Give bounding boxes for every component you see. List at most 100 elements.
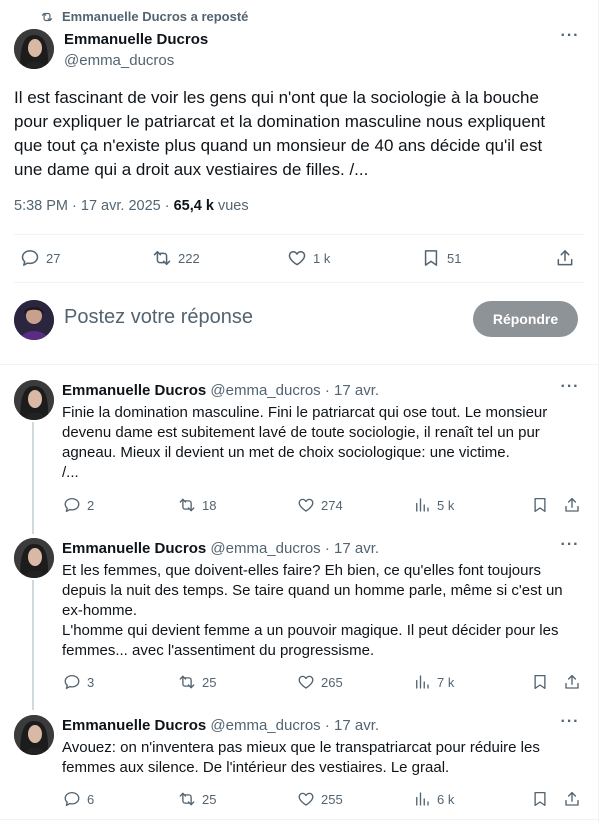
reply-header: Emmanuelle Ducros @emma_ducros · 17 avr.: [62, 382, 379, 399]
repost-button[interactable]: 18: [178, 496, 216, 514]
reply-text: Avouez: on n'inventera pas mieux que le …: [62, 739, 540, 776]
author-avatar[interactable]: [14, 29, 54, 69]
like-count: 1 k: [313, 250, 331, 266]
author-name[interactable]: Emmanuelle Ducros: [64, 31, 208, 48]
repost-count: 25: [202, 674, 217, 690]
reply-author-name[interactable]: Emmanuelle Ducros: [62, 540, 206, 557]
share-button[interactable]: [563, 790, 581, 808]
views-count: 5 k: [437, 497, 455, 513]
more-icon[interactable]: ···: [560, 379, 580, 401]
more-icon[interactable]: ···: [560, 537, 580, 559]
repost-icon: [153, 251, 171, 265]
thread-line: [32, 422, 34, 534]
views-button[interactable]: 5 k: [413, 496, 454, 514]
share-icon: [565, 497, 579, 512]
views-icon: [416, 675, 429, 689]
like-button[interactable]: 255: [297, 790, 343, 808]
reply-input[interactable]: Postez votre réponse: [64, 306, 253, 329]
reply-icon: [21, 250, 39, 266]
reply-button[interactable]: 6: [63, 790, 94, 808]
reply-author-avatar[interactable]: [14, 715, 54, 755]
like-button[interactable]: 265: [297, 673, 343, 691]
repost-count: 25: [202, 791, 217, 807]
reply-button[interactable]: 27: [20, 248, 60, 268]
reply-date[interactable]: · 17 avr.: [325, 717, 379, 734]
reply-author-handle[interactable]: @emma_ducros: [210, 717, 320, 734]
bookmark-icon: [534, 791, 546, 807]
bookmark-button[interactable]: [531, 496, 549, 514]
reply-date[interactable]: · 17 avr.: [325, 540, 379, 557]
more-icon[interactable]: ···: [560, 28, 580, 50]
reply-author-handle[interactable]: @emma_ducros: [210, 540, 320, 557]
like-icon: [288, 251, 306, 266]
views-count: 7 k: [437, 674, 455, 690]
like-icon: [298, 675, 314, 689]
views-button[interactable]: 7 k: [413, 673, 454, 691]
share-button[interactable]: [555, 248, 575, 268]
reply-text: Finie la domination masculine. Fini le p…: [62, 404, 548, 481]
divider: [14, 282, 584, 283]
share-icon: [565, 791, 579, 806]
reply-icon: [64, 674, 80, 690]
bookmark-button[interactable]: [531, 790, 549, 808]
tweet-time[interactable]: 5:38 PM · 17 avr. 2025 ·: [14, 198, 174, 214]
share-button[interactable]: [563, 673, 581, 691]
reply-author-name[interactable]: Emmanuelle Ducros: [62, 717, 206, 734]
repost-button[interactable]: 25: [178, 673, 216, 691]
reply-date[interactable]: · 17 avr.: [325, 382, 379, 399]
thread-line: [32, 580, 34, 710]
reply-author-name[interactable]: Emmanuelle Ducros: [62, 382, 206, 399]
like-button[interactable]: 274: [297, 496, 343, 514]
repost-icon: [41, 12, 53, 21]
tweet-text: Il est fascinant de voir les gens qui n'…: [14, 88, 546, 179]
bookmark-button[interactable]: [531, 673, 549, 691]
bookmark-button[interactable]: 51: [421, 248, 461, 268]
reply-icon: [64, 497, 80, 513]
like-count: 255: [321, 791, 343, 807]
like-count: 265: [321, 674, 343, 690]
reply-text: Et les femmes, que doivent-elles faire? …: [62, 562, 563, 659]
tweet-detail-page: Emmanuelle Ducros a reposté Emmanuelle D…: [0, 0, 599, 822]
repost-icon: [179, 792, 195, 806]
more-icon[interactable]: ···: [560, 714, 580, 736]
reply-icon: [64, 791, 80, 807]
bookmark-icon: [534, 674, 546, 690]
divider: [14, 234, 584, 235]
bookmark-count: 51: [447, 250, 462, 266]
reply-header: Emmanuelle Ducros @emma_ducros · 17 avr.: [62, 717, 379, 734]
divider: [0, 819, 599, 820]
share-icon: [565, 674, 579, 689]
like-icon: [298, 792, 314, 806]
reply-author-avatar[interactable]: [14, 538, 54, 578]
like-icon: [298, 498, 314, 512]
reply-count: 27: [46, 250, 61, 266]
views-icon: [416, 792, 429, 806]
repost-icon: [179, 498, 195, 512]
views-button[interactable]: 6 k: [413, 790, 454, 808]
views-count: 65,4 k: [173, 198, 214, 214]
reply-header: Emmanuelle Ducros @emma_ducros · 17 avr.: [62, 540, 379, 557]
bookmark-icon: [534, 497, 546, 513]
repost-button[interactable]: 25: [178, 790, 216, 808]
bookmark-icon: [424, 250, 438, 266]
reply-submit-button[interactable]: Répondre: [473, 301, 578, 337]
repost-button[interactable]: 222: [152, 248, 200, 268]
share-button[interactable]: [563, 496, 581, 514]
like-button[interactable]: 1 k: [287, 248, 330, 268]
views-label: vues: [213, 198, 249, 214]
author-handle[interactable]: @emma_ducros: [64, 52, 174, 69]
repost-text: Emmanuelle Ducros a reposté: [62, 9, 249, 24]
reply-count: 2: [87, 497, 95, 513]
tweet-meta: 5:38 PM · 17 avr. 2025 · 65,4 k vues: [14, 198, 249, 214]
current-user-avatar[interactable]: [14, 300, 54, 340]
reply-author-avatar[interactable]: [14, 380, 54, 420]
repost-count: 18: [202, 497, 217, 513]
reply-author-handle[interactable]: @emma_ducros: [210, 382, 320, 399]
repost-count: 222: [178, 250, 200, 266]
reply-button[interactable]: 2: [63, 496, 94, 514]
share-icon: [557, 250, 573, 266]
repost-indicator[interactable]: Emmanuelle Ducros a reposté: [40, 9, 248, 24]
reply-button[interactable]: 3: [63, 673, 94, 691]
views-icon: [416, 498, 429, 512]
reply-count: 3: [87, 674, 95, 690]
